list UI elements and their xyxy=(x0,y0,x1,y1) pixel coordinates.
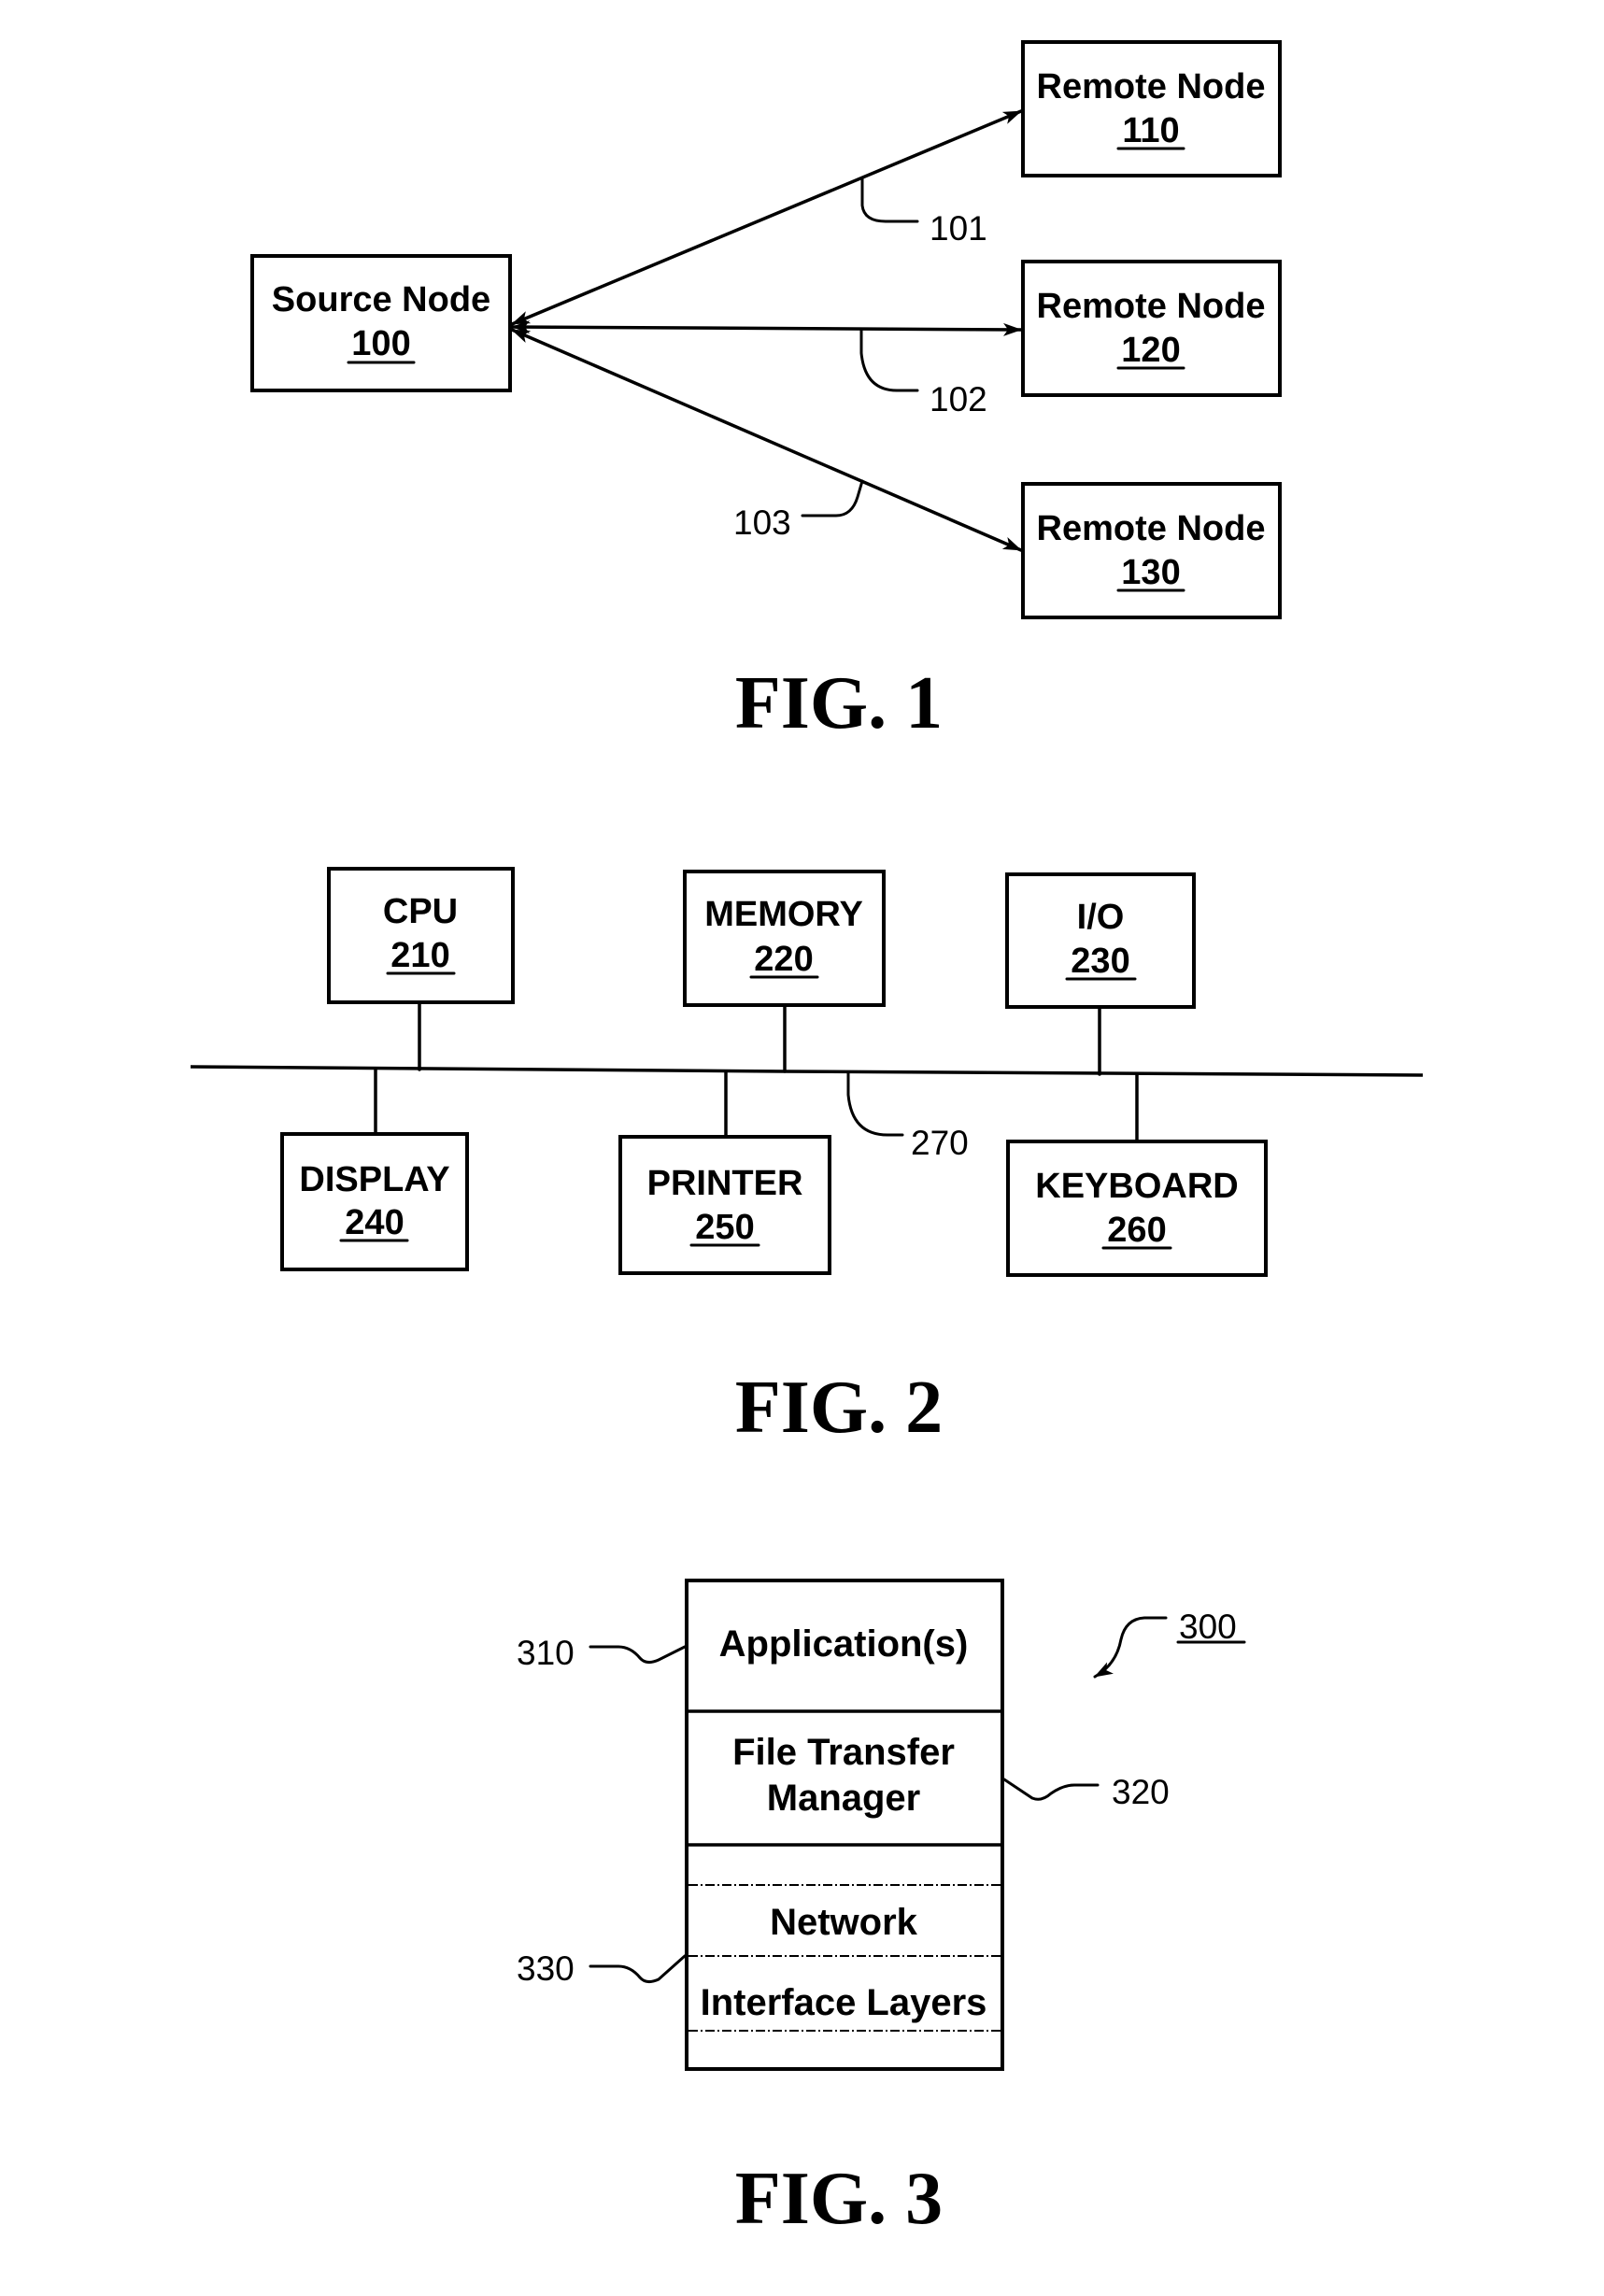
layer-file-transfer-manager-label-line2: Manager xyxy=(767,1778,921,1819)
component-box xyxy=(1005,872,1196,1009)
layer-file-transfer-manager-label-line1: File Transfer xyxy=(732,1732,955,1773)
remote-node-130: Remote Node 130 xyxy=(1021,482,1282,619)
component-ref: 220 xyxy=(754,940,813,979)
remote-node-label: Remote Node xyxy=(1037,67,1266,106)
remote-node-ref: 130 xyxy=(1121,553,1180,592)
bus-ref: 270 xyxy=(911,1124,969,1162)
component-label: PRINTER xyxy=(647,1164,803,1203)
source-node-label: Source Node xyxy=(272,280,490,319)
component-io-230: I/O 230 xyxy=(1005,872,1196,1009)
figure-1: 101 102 103 Source Node 100 Remote Node … xyxy=(250,40,1282,744)
leader-102 xyxy=(859,328,919,392)
leader-103 xyxy=(801,479,864,517)
figure-3-caption: FIG. 3 xyxy=(735,2158,943,2240)
layer-file-transfer-manager-ref: 320 xyxy=(1112,1773,1170,1811)
remote-node-box xyxy=(1021,482,1282,619)
layer-network-interface-ref: 330 xyxy=(517,1949,575,1988)
protocol-stack-ref: 300 xyxy=(1179,1608,1237,1646)
patent-drawing-sheet: 101 102 103 Source Node 100 Remote Node … xyxy=(190,40,1424,2240)
component-label: KEYBOARD xyxy=(1035,1167,1238,1206)
layer-applications-label: Application(s) xyxy=(719,1623,969,1665)
component-box xyxy=(280,1132,469,1271)
remote-node-label: Remote Node xyxy=(1037,509,1266,548)
component-label: I/O xyxy=(1077,898,1125,937)
component-ref: 250 xyxy=(695,1208,754,1247)
component-cpu-210: CPU 210 xyxy=(327,867,515,1004)
component-ref: 240 xyxy=(345,1203,404,1242)
layer-network-interface-label-line2: Interface Layers xyxy=(701,1982,987,2023)
leader-300 xyxy=(1093,1616,1168,1679)
figure-2: 270 CPU 210 MEMORY 220 I/O 230 DISPLAY 2… xyxy=(190,867,1424,1449)
source-node-ref: 100 xyxy=(351,324,410,363)
component-box xyxy=(683,870,886,1007)
connection-102-line xyxy=(510,320,1023,336)
source-node-100: Source Node 100 xyxy=(250,254,512,392)
figure-2-caption: FIG. 2 xyxy=(735,1367,943,1449)
component-ref: 210 xyxy=(390,936,449,975)
figure-1-caption: FIG. 1 xyxy=(735,662,943,744)
leader-270 xyxy=(846,1070,904,1137)
remote-node-ref: 120 xyxy=(1121,331,1180,370)
remote-node-ref: 110 xyxy=(1122,111,1179,150)
remote-node-110: Remote Node 110 xyxy=(1021,40,1282,177)
component-printer-250: PRINTER 250 xyxy=(618,1135,831,1275)
component-memory-220: MEMORY 220 xyxy=(683,870,886,1007)
component-keyboard-260: KEYBOARD 260 xyxy=(1006,1140,1268,1277)
figure-3: Application(s) File Transfer Manager Net… xyxy=(517,1579,1246,2240)
connection-102-ref: 102 xyxy=(930,380,987,418)
leader-310 xyxy=(589,1645,687,1665)
leader-101 xyxy=(860,176,919,223)
component-display-240: DISPLAY 240 xyxy=(280,1132,469,1271)
component-label: CPU xyxy=(383,892,458,931)
remote-node-label: Remote Node xyxy=(1037,287,1266,326)
component-box xyxy=(1006,1140,1268,1277)
layer-applications-ref: 310 xyxy=(517,1634,575,1672)
source-node-box xyxy=(250,254,512,392)
remote-node-box xyxy=(1021,40,1282,177)
remote-node-120: Remote Node 120 xyxy=(1021,260,1282,397)
component-ref: 230 xyxy=(1071,942,1129,981)
layer-network-interface-label-line1: Network xyxy=(770,1902,918,1943)
component-ref: 260 xyxy=(1107,1211,1166,1250)
leader-320 xyxy=(1002,1778,1100,1801)
leader-330 xyxy=(589,1954,687,1984)
component-label: DISPLAY xyxy=(299,1160,449,1199)
remote-node-box xyxy=(1021,260,1282,397)
component-label: MEMORY xyxy=(704,895,863,934)
connection-101-ref: 101 xyxy=(930,209,987,248)
connection-103-ref: 103 xyxy=(733,503,791,542)
component-box xyxy=(618,1135,831,1275)
